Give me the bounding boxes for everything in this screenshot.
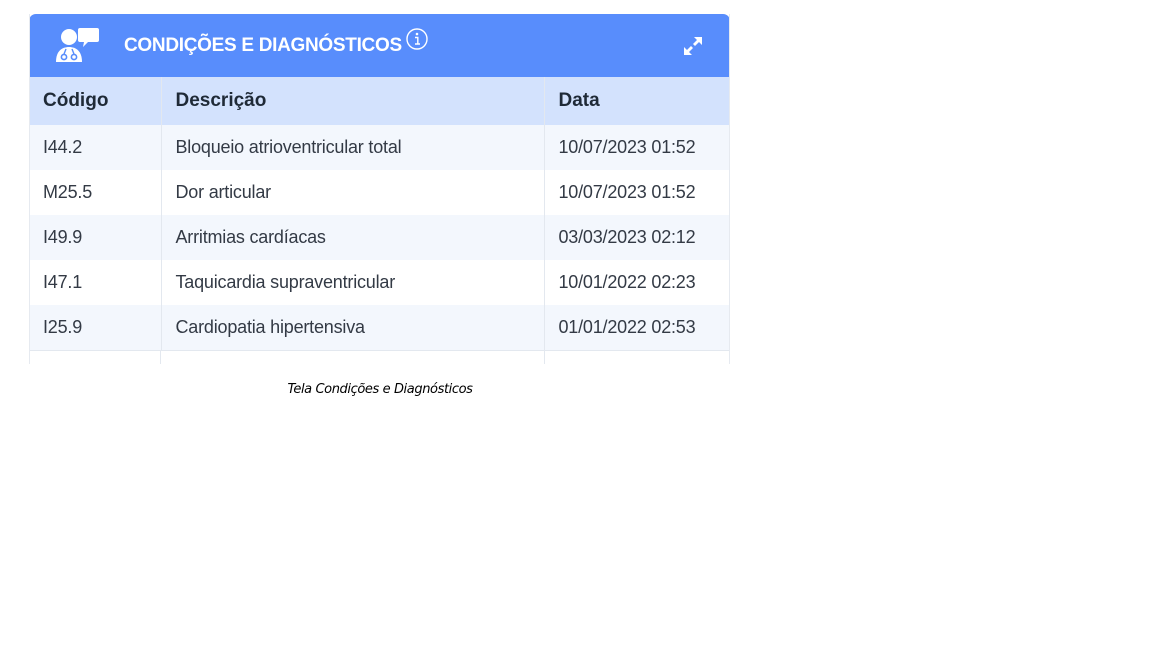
table-row[interactable]: I47.1 Taquicardia supraventricular 10/01… [30, 260, 729, 305]
cell-description: Taquicardia supraventricular [160, 260, 545, 305]
cell-code: I47.1 [30, 260, 161, 305]
cell-date: 01/01/2022 02:53 [544, 305, 729, 350]
info-icon[interactable] [405, 27, 429, 51]
column-divider [160, 351, 161, 364]
cell-description: Dor articular [160, 170, 545, 215]
table-row[interactable]: I49.9 Arritmias cardíacas 03/03/2023 02:… [30, 215, 729, 260]
panel-header: CONDIÇÕES E DIAGNÓSTICOS [30, 14, 729, 77]
column-header-code[interactable]: Código [30, 77, 161, 125]
table-header-row: Código Descrição Data [30, 77, 729, 125]
cell-description: Bloqueio atrioventricular total [160, 125, 545, 170]
table-footer-space [30, 350, 729, 364]
cell-description: Arritmias cardíacas [160, 215, 545, 260]
cell-date: 10/07/2023 01:52 [544, 125, 729, 170]
table-row[interactable]: I25.9 Cardiopatia hipertensiva 01/01/202… [30, 305, 729, 350]
cell-code: I25.9 [30, 305, 161, 350]
cell-code: I44.2 [30, 125, 161, 170]
panel-title: CONDIÇÕES E DIAGNÓSTICOS [124, 35, 402, 56]
cell-code: M25.5 [30, 170, 161, 215]
cell-date: 10/07/2023 01:52 [544, 170, 729, 215]
cell-date: 03/03/2023 02:12 [544, 215, 729, 260]
table-row[interactable]: I44.2 Bloqueio atrioventricular total 10… [30, 125, 729, 170]
cell-description: Cardiopatia hipertensiva [160, 305, 545, 350]
figure-caption: Tela Condições e Diagnósticos [287, 382, 473, 397]
column-header-description[interactable]: Descrição [160, 77, 545, 125]
table-row[interactable]: M25.5 Dor articular 10/07/2023 01:52 [30, 170, 729, 215]
conditions-panel: CONDIÇÕES E DIAGNÓSTICOS Código Descriçã… [29, 14, 730, 364]
conditions-table: Código Descrição Data I44.2 Bloqueio atr… [30, 77, 729, 350]
expand-icon[interactable] [681, 34, 705, 58]
column-header-date[interactable]: Data [544, 77, 729, 125]
cell-date: 10/01/2022 02:23 [544, 260, 729, 305]
cell-code: I49.9 [30, 215, 161, 260]
doctor-chat-icon [56, 28, 99, 62]
column-divider [544, 351, 545, 364]
